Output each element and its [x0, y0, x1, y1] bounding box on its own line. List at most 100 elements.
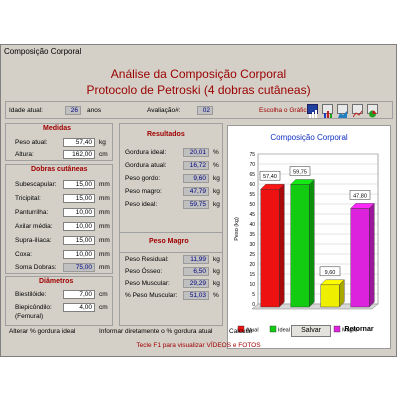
peso-magro-unit: kg — [213, 280, 220, 287]
bar-side — [309, 179, 315, 308]
y-tick-label: 60 — [249, 182, 255, 188]
avaliacao-label: Avaliação#: — [147, 107, 181, 114]
y-tick-label: 20 — [249, 262, 255, 268]
idade-field: 26 — [65, 106, 81, 115]
dobra-unit: mm — [99, 181, 110, 188]
resultado-label: Peso ideal: — [125, 201, 158, 208]
pie-chart-button[interactable] — [367, 104, 378, 118]
dobra-unit: mm — [99, 237, 110, 244]
legend-label: Ideal — [278, 328, 290, 334]
data-label: 59,75 — [293, 170, 307, 176]
resultado-field: 47,79 — [183, 187, 209, 196]
chart-panel: Composição Corporal 0 5 10 15 20 25 30 35 40 45 50 5… — [227, 125, 391, 349]
dobras-title: Dobras cutâneas — [31, 166, 88, 173]
bar-chart-button[interactable] — [307, 104, 318, 118]
resultado-label: Peso magro: — [125, 188, 162, 195]
dobra-input[interactable] — [63, 222, 95, 231]
y-tick-label: 70 — [249, 162, 255, 168]
bar-side — [279, 183, 285, 308]
dobra-label: Subescapular: — [15, 181, 57, 188]
altura-input[interactable] — [63, 150, 95, 159]
resultado-field: 9,60 — [183, 174, 209, 183]
composition-chart: Composição Corporal051015202530354045505… — [234, 133, 379, 334]
medidas-title: Medidas — [43, 125, 72, 132]
y-tick-label: 50 — [249, 202, 255, 208]
peso-magro-label: % Peso Muscular: — [125, 292, 178, 299]
resultado-field: 59,75 — [183, 200, 209, 209]
resultado-label: Gordura ideal: — [125, 149, 167, 156]
avaliacao-field: 02 — [197, 106, 213, 115]
peso-magro-unit: kg — [213, 256, 220, 263]
resultado-label: Gordura atual: — [125, 162, 167, 169]
altura-unit: cm — [99, 151, 108, 158]
peso-magro-label: Peso Muscular: — [125, 280, 170, 287]
y-tick-label: 45 — [249, 212, 255, 218]
dobra-unit: mm — [99, 209, 110, 216]
y-tick-label: 65 — [249, 172, 255, 178]
peso-magro-label: Peso Residual: — [125, 256, 169, 263]
dobra-label: Supra-ilíaca: — [15, 237, 52, 244]
soma-unit: mm — [99, 264, 110, 271]
peso-magro-title: Peso Magro — [149, 238, 189, 245]
y-tick-label: 5 — [252, 292, 255, 298]
bar — [320, 284, 340, 308]
peso-magro-unit: kg — [213, 268, 220, 275]
femural-label: (Femural) — [15, 313, 44, 320]
legend-swatch — [269, 325, 277, 333]
window-title: Composição Corporal — [1, 45, 396, 59]
page-subtitle: Protocolo de Petroski (4 dobras cutâneas… — [86, 83, 311, 97]
altura-label: Altura: — [15, 151, 34, 158]
peso-magro-label: Peso Ósseo: — [125, 268, 163, 275]
dobra-label: Panturrilha: — [15, 209, 49, 216]
data-label: 9,60 — [325, 270, 336, 276]
main-window: Composição Corporal Análise da Composiçã… — [0, 44, 397, 357]
peso-magro-field: 11,99 — [183, 255, 209, 264]
diametro-input[interactable] — [63, 303, 95, 312]
resultado-unit: kg — [213, 201, 220, 208]
y-tick-label: 30 — [249, 242, 255, 248]
soma-field: 75,00 — [63, 263, 95, 272]
page-title: Análise da Composição Corporal — [110, 67, 287, 81]
peso-unit: kg — [99, 139, 106, 146]
line-chart-button[interactable] — [352, 104, 363, 118]
dobra-unit: mm — [99, 251, 110, 258]
y-tick-label: 25 — [249, 252, 255, 258]
resultado-unit: % — [213, 149, 219, 156]
dobra-input[interactable] — [63, 208, 95, 217]
soma-label: Soma Dobras: — [15, 264, 57, 271]
diametro-label: Biepicôndilo: — [15, 304, 52, 311]
column-chart-button[interactable] — [322, 104, 333, 118]
diametro-unit: cm — [99, 291, 108, 298]
bar-side — [369, 202, 375, 308]
y-tick-label: 35 — [249, 232, 255, 238]
data-label: 47,80 — [353, 193, 367, 199]
dobra-input[interactable] — [63, 180, 95, 189]
dobra-input[interactable] — [63, 250, 95, 259]
grafico-label: Escolha o Gráfico: — [259, 107, 313, 114]
column-chart-icon — [324, 111, 332, 118]
diametro-input[interactable] — [63, 290, 95, 299]
retornar-button[interactable]: Retornar — [337, 325, 381, 337]
alterar-gordura-link[interactable]: Alterar % gordura ideal — [9, 328, 75, 335]
chart-title: Composição Corporal — [270, 133, 348, 142]
pie-chart-icon — [369, 110, 376, 118]
peso-magro-field: 6,50 — [183, 267, 209, 276]
idade-label: Idade atual: — [9, 107, 43, 114]
y-axis-label: Peso (kg) — [234, 217, 240, 241]
footer-hint: Tecle F1 para visualizar VÍDEOS e FOTOS — [136, 342, 261, 349]
diametros-title: Diâmetros — [39, 278, 74, 285]
area-chart-button[interactable] — [337, 104, 348, 118]
dobra-unit: mm — [99, 195, 110, 202]
resultado-field: 20,01 — [183, 148, 209, 157]
peso-input[interactable] — [63, 138, 95, 147]
informar-gordura-link[interactable]: Informar diretamente o % gordura atual — [99, 328, 212, 335]
dobra-label: Tricipital: — [15, 195, 41, 202]
salvar-button[interactable]: Salvar — [291, 325, 331, 337]
idade-unit: anos — [87, 107, 102, 114]
bar — [350, 208, 370, 308]
resultado-label: Peso gordo: — [125, 175, 161, 182]
calcular-link[interactable]: Calcular — [229, 328, 253, 335]
dobra-input[interactable] — [63, 236, 95, 245]
dobra-input[interactable] — [63, 194, 95, 203]
peso-magro-unit: % — [213, 292, 219, 299]
